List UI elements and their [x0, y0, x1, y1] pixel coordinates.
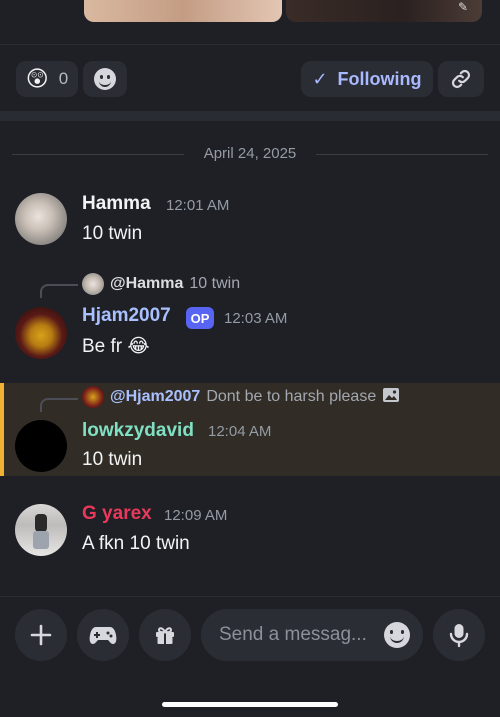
message-item[interactable]: Hamma 12:01 AM 10 twin — [0, 190, 500, 250]
reply-avatar — [82, 386, 104, 408]
timestamp: 12:03 AM — [224, 310, 288, 327]
avatar[interactable] — [15, 193, 67, 245]
reaction-row: 😲 0 ✓ Following — [16, 61, 484, 97]
home-indicator[interactable] — [162, 702, 338, 707]
astonished-emoji: 😲 — [25, 66, 49, 91]
message-item[interactable]: lowkzydavid 12:04 AM 10 twin — [0, 417, 500, 473]
divider — [0, 596, 500, 597]
add-reaction-button[interactable] — [83, 61, 127, 97]
reply-mention: @Hamma — [110, 275, 184, 292]
timestamp: 12:04 AM — [208, 423, 272, 440]
date-separator: April 24, 2025 — [12, 144, 488, 164]
message-text: A fkn 10 twin — [82, 533, 190, 554]
add-attachment-button[interactable] — [15, 609, 67, 661]
reply-avatar — [82, 273, 104, 295]
message-item[interactable]: Hjam2007 12:03 AM Be fr 😂 — [0, 304, 500, 364]
message-text: 10 twin — [82, 223, 143, 244]
reply-reference[interactable]: @Hjam2007 Dont be to harsh please — [82, 386, 400, 408]
message-text: 10 twin — [82, 449, 143, 470]
timestamp: 12:01 AM — [166, 197, 230, 214]
avatar[interactable] — [15, 504, 67, 556]
reply-connector — [40, 398, 78, 412]
checkmark-icon: ✓ — [312, 68, 328, 89]
reply-connector — [40, 284, 78, 298]
message-composer: Send a messag... — [15, 609, 485, 663]
voice-message-button[interactable] — [433, 609, 485, 661]
following-button[interactable]: ✓ Following — [301, 61, 433, 97]
attachment-image-2[interactable]: ✎ — [286, 0, 482, 22]
gamepad-icon — [89, 627, 117, 644]
op-badge: OP — [186, 307, 214, 329]
author-name[interactable]: Hamma — [82, 193, 151, 215]
plus-icon — [30, 624, 52, 646]
joy-emoji: 😂 — [127, 336, 150, 357]
reaction-pill[interactable]: 😲 0 — [16, 61, 78, 97]
reply-snippet: 10 twin — [189, 275, 241, 292]
copy-link-button[interactable] — [438, 61, 484, 97]
avatar[interactable] — [15, 307, 67, 359]
author-name[interactable]: G yarex — [82, 503, 152, 525]
reply-reference[interactable]: @Hamma 10 twin — [82, 273, 240, 295]
following-label: Following — [337, 68, 422, 89]
microphone-icon — [449, 624, 469, 648]
message-item[interactable]: G yarex 12:09 AM A fkn 10 twin — [0, 502, 500, 562]
author-name[interactable]: lowkzydavid — [82, 420, 194, 442]
reply-snippet: Dont be to harsh please — [206, 388, 377, 405]
apps-button[interactable] — [77, 609, 129, 661]
attachment-image-1[interactable] — [84, 0, 282, 22]
reaction-count: 0 — [58, 69, 69, 88]
message-text-content: Be fr — [82, 336, 123, 357]
avatar[interactable] — [15, 420, 67, 472]
message-input[interactable]: Send a messag... — [201, 609, 423, 661]
link-icon — [451, 69, 471, 89]
divider — [0, 44, 500, 45]
gift-button[interactable] — [139, 609, 191, 661]
gift-icon — [156, 627, 174, 644]
message-text: Be fr 😂 — [82, 335, 150, 358]
smiley-icon — [94, 68, 116, 90]
author-name[interactable]: Hjam2007 — [82, 305, 171, 327]
pencil-icon: ✎ — [458, 0, 469, 14]
attachment-images: ✎ — [0, 0, 500, 44]
section-band — [0, 111, 500, 121]
reply-mention: @Hjam2007 — [110, 388, 201, 405]
image-attachment-icon — [382, 387, 400, 408]
emoji-picker-icon[interactable] — [384, 622, 410, 648]
timestamp: 12:09 AM — [164, 507, 228, 524]
message-placeholder: Send a messag... — [219, 624, 367, 645]
